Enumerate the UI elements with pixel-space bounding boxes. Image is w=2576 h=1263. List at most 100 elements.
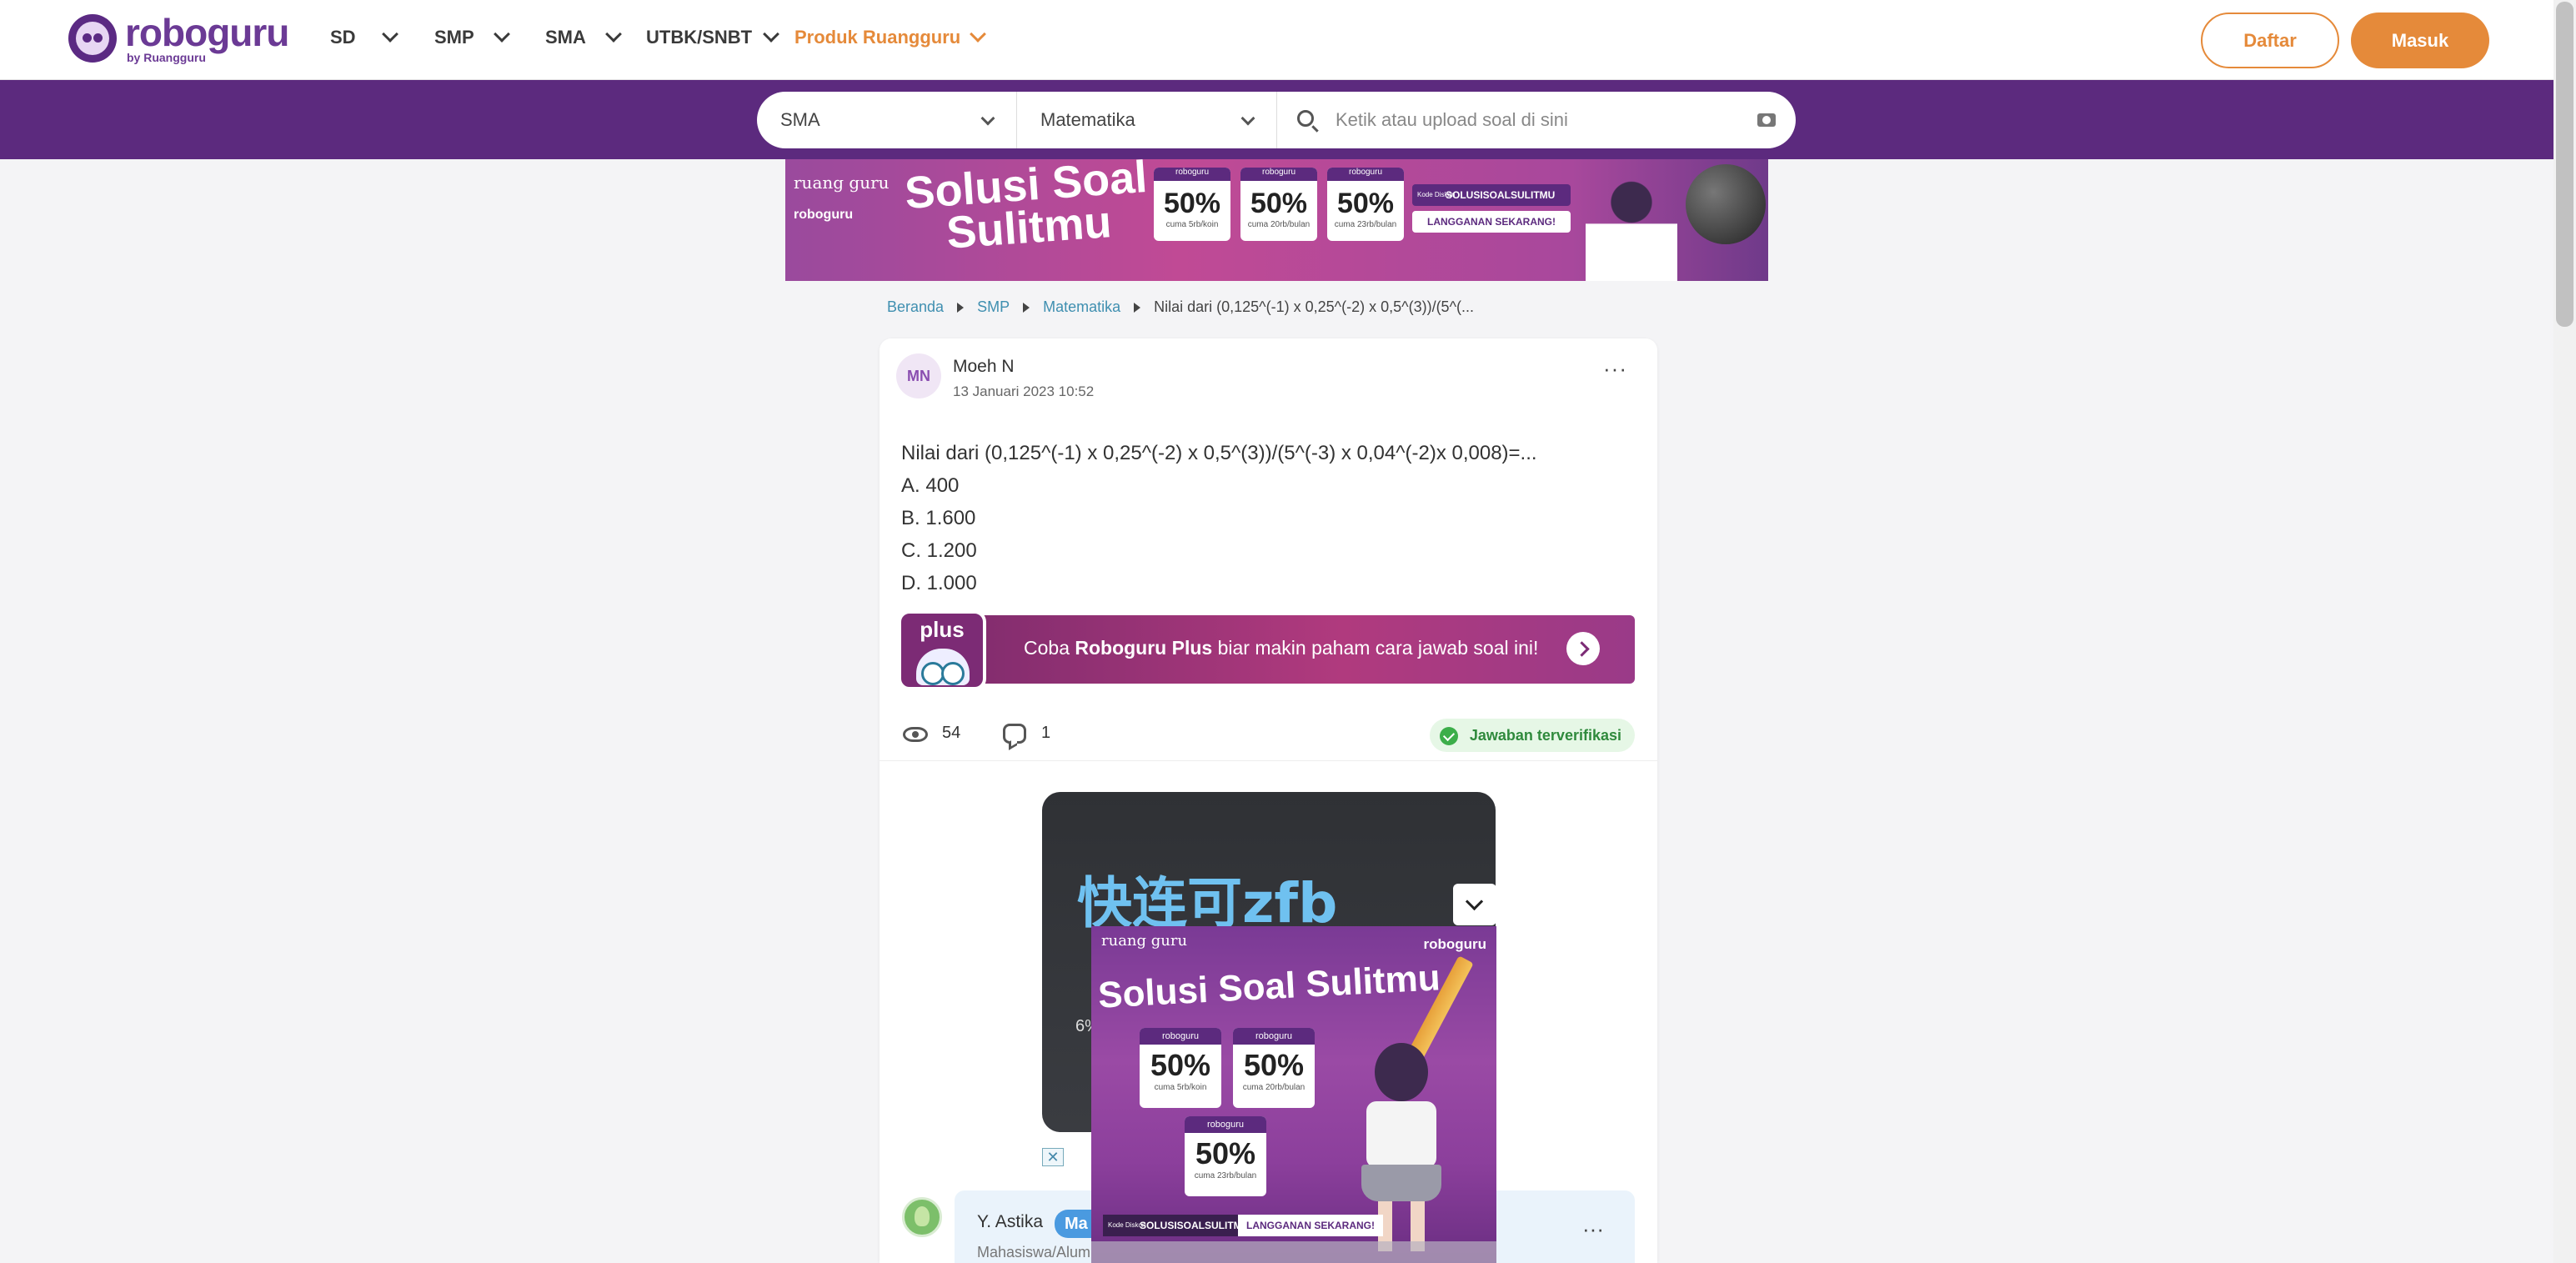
search-icon xyxy=(1297,110,1314,127)
offer-card: roboguru 50% cuma 20rb/bulan xyxy=(1233,1028,1315,1108)
option-a: A. 400 xyxy=(901,474,960,497)
discount-code-label: Kode Diskon xyxy=(1108,1221,1146,1229)
breadcrumb-beranda[interactable]: Beranda xyxy=(887,298,944,316)
search-placeholder: Ketik atau upload soal di sini xyxy=(1336,109,1568,130)
level-select[interactable]: SMA xyxy=(757,92,1017,148)
nav-utbk[interactable]: UTBK/SNBT xyxy=(646,26,780,48)
subscribe-cta: LANGGANAN SEKARANG! xyxy=(1412,211,1571,233)
offer-head: roboguru xyxy=(1327,168,1404,181)
search-input[interactable]: Ketik atau upload soal di sini xyxy=(1277,92,1796,148)
float-brand: ruang guru xyxy=(1101,932,1188,950)
chevron-down-icon xyxy=(980,111,995,126)
owl-icon xyxy=(916,649,970,685)
scrollbar-thumb[interactable] xyxy=(2556,2,2573,327)
offer-pct: 50% xyxy=(1336,188,1395,219)
question-stem: Nilai dari (0,125^(-1) x 0,25^(-2) x 0,5… xyxy=(901,442,1537,464)
breadcrumb-current: Nilai dari (0,125^(-1) x 0,25^(-2) x 0,5… xyxy=(1154,298,1475,315)
nav-sma-label: SMA xyxy=(545,27,586,48)
masuk-button[interactable]: Masuk xyxy=(2351,13,2489,68)
offer-pct: 50% xyxy=(1250,188,1308,219)
ruler-illustration xyxy=(1091,1241,1496,1263)
view-count: 54 xyxy=(942,724,961,742)
offer-head: roboguru xyxy=(1240,168,1317,181)
offer-note: cuma 23rb/bulan xyxy=(1334,220,1397,229)
nav-produk-ruangguru[interactable]: Produk Ruangguru xyxy=(794,26,987,48)
chevron-down-icon xyxy=(1240,111,1255,126)
plus-cta-text: Coba Roboguru Plus biar makin paham cara… xyxy=(1024,637,1538,659)
nav-sma[interactable]: SMA xyxy=(545,26,622,48)
page-scrollbar[interactable] xyxy=(2553,0,2576,1263)
student-illustration xyxy=(1586,176,1677,281)
level-select-value: SMA xyxy=(780,109,820,130)
chevron-down-icon xyxy=(763,26,780,43)
offer-pct: 50% xyxy=(1163,188,1221,219)
discount-code-label: Kode Diskon xyxy=(1417,191,1456,198)
offer-head: roboguru xyxy=(1154,168,1230,181)
banner-title-line2: Sulitmu xyxy=(945,197,1114,259)
float-title: Solusi Soal Sulitmu xyxy=(1096,957,1441,1016)
option-d: D. 1.000 xyxy=(901,572,977,594)
comment-count[interactable]: 1 xyxy=(1041,724,1050,743)
nav-produk-label: Produk Ruangguru xyxy=(794,27,961,48)
option-b: B. 1.600 xyxy=(901,507,976,529)
offer-note: cuma 20rb/bulan xyxy=(1242,1083,1306,1092)
offer-note: cuma 20rb/bulan xyxy=(1247,220,1311,229)
floating-promo-banner[interactable]: ruang guru roboguru Solusi Soal Sulitmu … xyxy=(1091,926,1496,1263)
option-c: C. 1.200 xyxy=(901,539,977,562)
chevron-right-icon[interactable] xyxy=(1566,632,1600,665)
discount-code-value: SOLUSISOALSULITMU xyxy=(1446,189,1556,201)
eye-icon xyxy=(903,727,928,742)
logo-name: roboguru xyxy=(125,11,289,54)
question-text: Nilai dari (0,125^(-1) x 0,25^(-2) x 0,5… xyxy=(901,437,1537,599)
plus-text-post: biar makin paham cara jawab soal ini! xyxy=(1212,637,1539,659)
discount-code: Kode Diskon SOLUSISOALSULITMU xyxy=(1103,1215,1258,1236)
comment-icon[interactable] xyxy=(1003,724,1026,744)
banner-brand: ruang guru xyxy=(794,173,890,193)
globe-illustration xyxy=(1686,164,1766,244)
discount-code: Kode Diskon SOLUSISOALSULITMU xyxy=(1412,184,1571,206)
chevron-down-icon xyxy=(493,26,510,43)
offer-card: roboguru 50% cuma 23rb/bulan xyxy=(1185,1116,1266,1196)
subject-select-value: Matematika xyxy=(1040,109,1135,130)
answer-author[interactable]: Y. Astika xyxy=(977,1212,1043,1232)
promo-banner[interactable]: ruang guru roboguru Solusi Soal Sulitmu r… xyxy=(785,159,1768,281)
camera-icon[interactable] xyxy=(1757,113,1776,127)
collapse-ad-button[interactable] xyxy=(1453,884,1496,925)
nav-sd-label: SD xyxy=(330,27,356,48)
subject-select[interactable]: Matematika xyxy=(1017,92,1277,148)
nav-smp-label: SMP xyxy=(434,27,474,48)
chevron-down-icon xyxy=(381,26,398,43)
breadcrumb-matematika[interactable]: Matematika xyxy=(1043,298,1120,316)
nav-smp[interactable]: SMP xyxy=(434,26,510,48)
offer-card: roboguru 50% cuma 20rb/bulan xyxy=(1240,168,1317,241)
avatar[interactable]: MN xyxy=(896,353,941,398)
offer-head: roboguru xyxy=(1140,1028,1221,1045)
verified-badge: Jawaban terverifikasi xyxy=(1429,719,1635,752)
avatar[interactable] xyxy=(902,1197,942,1237)
owl-logo-icon xyxy=(68,14,117,63)
daftar-button[interactable]: Daftar xyxy=(2201,13,2339,68)
offer-note: cuma 5rb/koin xyxy=(1154,1083,1207,1092)
discount-code-value: SOLUSISOALSULITMU xyxy=(1140,1220,1250,1231)
roboguru-logo[interactable]: roboguru by Ruangguru xyxy=(68,11,289,63)
plus-text-pre: Coba xyxy=(1024,637,1075,659)
banner-title: Solusi Soal Sulitmu xyxy=(903,159,1152,259)
ad-close-icon[interactable]: ✕ xyxy=(1042,1148,1064,1166)
nav-utbk-label: UTBK/SNBT xyxy=(646,27,753,48)
question-stats: 54 1 Jawaban terverifikasi xyxy=(903,719,1635,752)
breadcrumb: Beranda SMP Matematika Nilai dari (0,125… xyxy=(887,298,1474,316)
plus-text-bold: Roboguru Plus xyxy=(1075,637,1213,659)
plus-badge: plus xyxy=(898,610,986,690)
breadcrumb-smp[interactable]: SMP xyxy=(977,298,1010,316)
roboguru-plus-banner[interactable]: plus Coba Roboguru Plus biar makin paham… xyxy=(898,610,1635,690)
nav-sd[interactable]: SD xyxy=(330,26,398,48)
offer-card: roboguru 50% cuma 5rb/koin xyxy=(1154,168,1230,241)
answer-role-tag: Ma xyxy=(1055,1210,1096,1238)
post-date: 13 Januari 2023 10:52 xyxy=(953,383,1095,399)
divider xyxy=(880,760,1657,761)
offer-card: roboguru 50% cuma 23rb/bulan xyxy=(1327,168,1404,241)
breadcrumb-arrow-icon xyxy=(1134,302,1141,313)
search-bar-section: SMA Matematika Ketik atau upload soal di… xyxy=(0,80,2576,159)
author-name[interactable]: Moeh N xyxy=(953,357,1015,377)
verified-label: Jawaban terverifikasi xyxy=(1469,726,1621,744)
